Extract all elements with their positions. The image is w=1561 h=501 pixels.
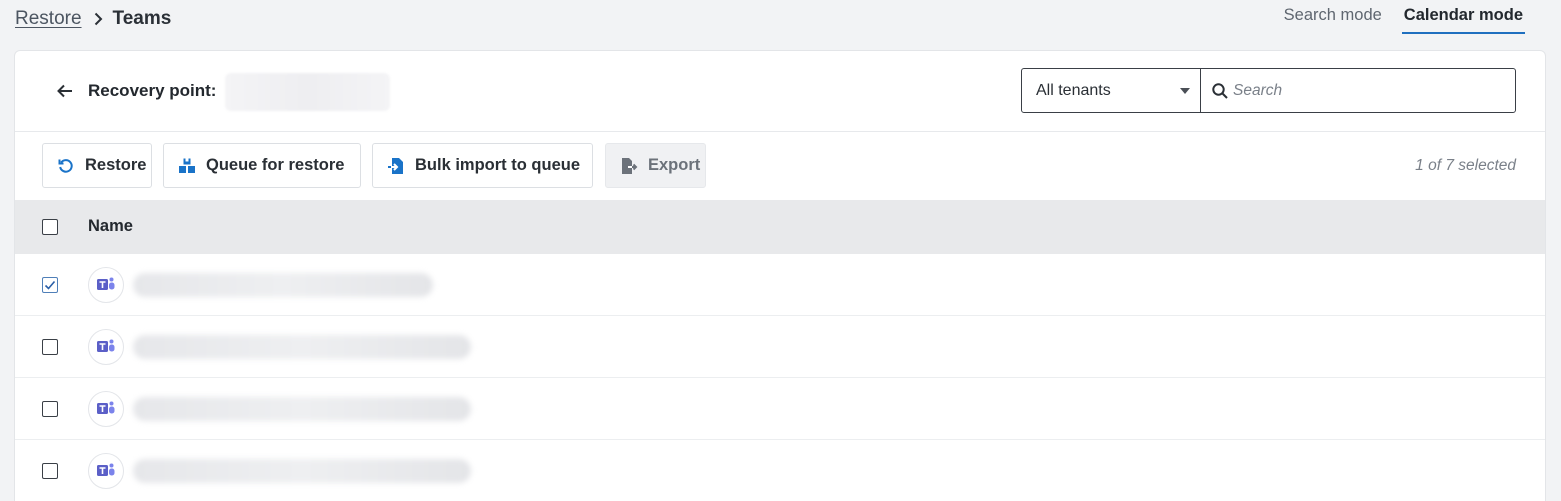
select-all-checkbox[interactable]	[42, 219, 58, 235]
search-box	[1200, 68, 1516, 113]
export-icon	[620, 157, 638, 175]
restore-icon	[57, 157, 75, 175]
recovery-point-label: Recovery point:	[88, 81, 217, 100]
tenant-select[interactable]: All tenants	[1021, 68, 1201, 113]
chevron-right-icon	[94, 12, 103, 26]
search-input[interactable]	[1233, 69, 1513, 112]
bulk-import-label: Bulk import to queue	[415, 156, 580, 174]
tenant-select-value: All tenants	[1036, 82, 1111, 99]
export-button-label: Export	[648, 156, 701, 174]
export-button[interactable]: Export	[605, 143, 706, 188]
teams-icon	[88, 453, 124, 489]
queue-icon	[178, 157, 196, 175]
table-row[interactable]	[15, 254, 1545, 316]
tab-calendar-mode[interactable]: Calendar mode	[1401, 0, 1525, 34]
row-checkbox[interactable]	[42, 339, 58, 355]
restore-button-label: Restore	[85, 156, 147, 174]
queue-for-restore-button[interactable]: Queue for restore	[163, 143, 361, 188]
row-checkbox[interactable]	[42, 401, 58, 417]
selected-count: 1 of 7 selected	[1415, 157, 1516, 174]
toolbar: Restore Queue for restore Bulk import to…	[15, 133, 1545, 200]
table-header: Name	[15, 200, 1545, 254]
teams-card: Recovery point: All tenants Restore Queu…	[14, 50, 1546, 501]
row-checkbox[interactable]	[42, 277, 58, 293]
row-name	[133, 273, 433, 297]
row-checkbox[interactable]	[42, 463, 58, 479]
search-icon	[1211, 82, 1229, 100]
table-row[interactable]	[15, 440, 1545, 501]
queue-for-restore-label: Queue for restore	[206, 156, 345, 174]
recovery-point-value	[225, 73, 390, 111]
teams-icon	[88, 391, 124, 427]
back-arrow-icon[interactable]	[55, 81, 75, 101]
breadcrumb-restore-link[interactable]: Restore	[15, 8, 82, 30]
top-bar: Restore Teams Search mode Calendar mode	[0, 0, 1561, 50]
row-name	[133, 397, 471, 421]
breadcrumb-current: Teams	[112, 8, 172, 29]
table-row[interactable]	[15, 378, 1545, 440]
column-header-name[interactable]: Name	[88, 217, 133, 236]
mode-tabs: Search mode Calendar mode	[1264, 0, 1525, 34]
card-header: Recovery point: All tenants	[15, 51, 1545, 132]
restore-button[interactable]: Restore	[42, 143, 152, 188]
row-name	[133, 459, 471, 483]
row-name	[133, 335, 471, 359]
table-row[interactable]	[15, 316, 1545, 378]
caret-down-icon	[1180, 88, 1190, 94]
teams-icon	[88, 267, 124, 303]
checkmark-icon	[44, 280, 56, 290]
tab-search-mode[interactable]: Search mode	[1282, 0, 1384, 34]
teams-icon	[88, 329, 124, 365]
bulk-import-button[interactable]: Bulk import to queue	[372, 143, 593, 188]
bulk-import-icon	[387, 157, 405, 175]
breadcrumb: Restore Teams	[15, 8, 171, 30]
